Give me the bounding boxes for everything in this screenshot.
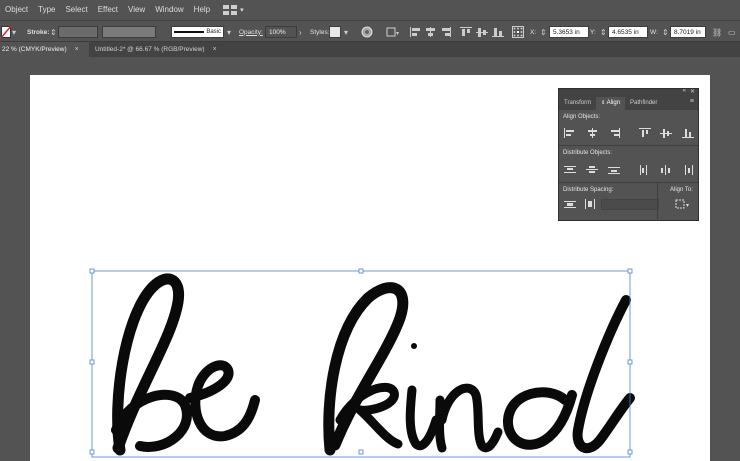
sort-icon: ⇕: [601, 100, 606, 106]
distribute-center-v-icon[interactable]: [586, 165, 598, 175]
vertical-distribute-space-icon[interactable]: [564, 199, 576, 209]
tab-pathfinder[interactable]: Pathfinder: [625, 97, 662, 110]
distribute-spacing-section: Distribute Spacing: Align To: ▾: [559, 183, 698, 221]
vertical-align-top-icon[interactable]: [639, 128, 651, 138]
handle-middle-right: [627, 359, 633, 365]
align-objects-section: Align Objects:: [559, 110, 698, 146]
collapse-icon[interactable]: «: [683, 88, 686, 94]
svg-text:▾: ▾: [686, 203, 689, 209]
align-to-selection-icon[interactable]: ▾: [675, 199, 693, 211]
distribute-bottom-icon[interactable]: [608, 165, 620, 175]
tab-align[interactable]: ⇕ Align: [596, 97, 626, 110]
handle-top-right: [627, 268, 633, 274]
horizontal-align-center-icon[interactable]: [586, 128, 598, 138]
horizontal-distribute-space-icon[interactable]: [584, 199, 596, 209]
spacing-value-field[interactable]: [601, 199, 659, 210]
distribute-top-icon[interactable]: [564, 165, 576, 175]
be-kind-lettering[interactable]: [111, 273, 635, 456]
panel-header[interactable]: « ✕: [559, 88, 698, 96]
section-divider: [657, 183, 658, 221]
align-panel: « ✕ Transform ⇕ Align Pathfinder ≡ Align…: [558, 88, 699, 221]
artwork-layer: [89, 268, 635, 458]
panel-menu-icon[interactable]: ≡: [690, 98, 694, 105]
horizontal-align-right-icon[interactable]: [608, 128, 620, 138]
distribute-left-icon[interactable]: [639, 165, 651, 175]
handle-bottom-left: [89, 449, 95, 455]
panel-tabs: Transform ⇕ Align Pathfinder ≡: [559, 96, 698, 110]
align-to-label: Align To:: [670, 187, 693, 193]
tab-transform[interactable]: Transform: [559, 97, 596, 110]
distribute-right-icon[interactable]: [682, 165, 694, 175]
tab-align-label: Align: [606, 100, 621, 106]
handle-top-middle: [358, 268, 364, 274]
handle-bottom-middle: [358, 449, 364, 455]
close-icon[interactable]: ✕: [690, 88, 695, 95]
distribute-objects-section: Distribute Objects:: [559, 146, 698, 183]
horizontal-align-left-icon[interactable]: [564, 128, 576, 138]
handle-middle-left: [89, 359, 95, 365]
distribute-spacing-label: Distribute Spacing:: [563, 187, 614, 193]
vertical-align-center-icon[interactable]: [660, 128, 672, 138]
handle-bottom-right: [627, 449, 633, 455]
handle-top-left: [89, 268, 95, 274]
align-objects-label: Align Objects:: [563, 114, 601, 120]
vertical-align-bottom-icon[interactable]: [682, 128, 694, 138]
distribute-objects-label: Distribute Objects:: [563, 150, 613, 156]
distribute-center-h-icon[interactable]: [660, 165, 672, 175]
